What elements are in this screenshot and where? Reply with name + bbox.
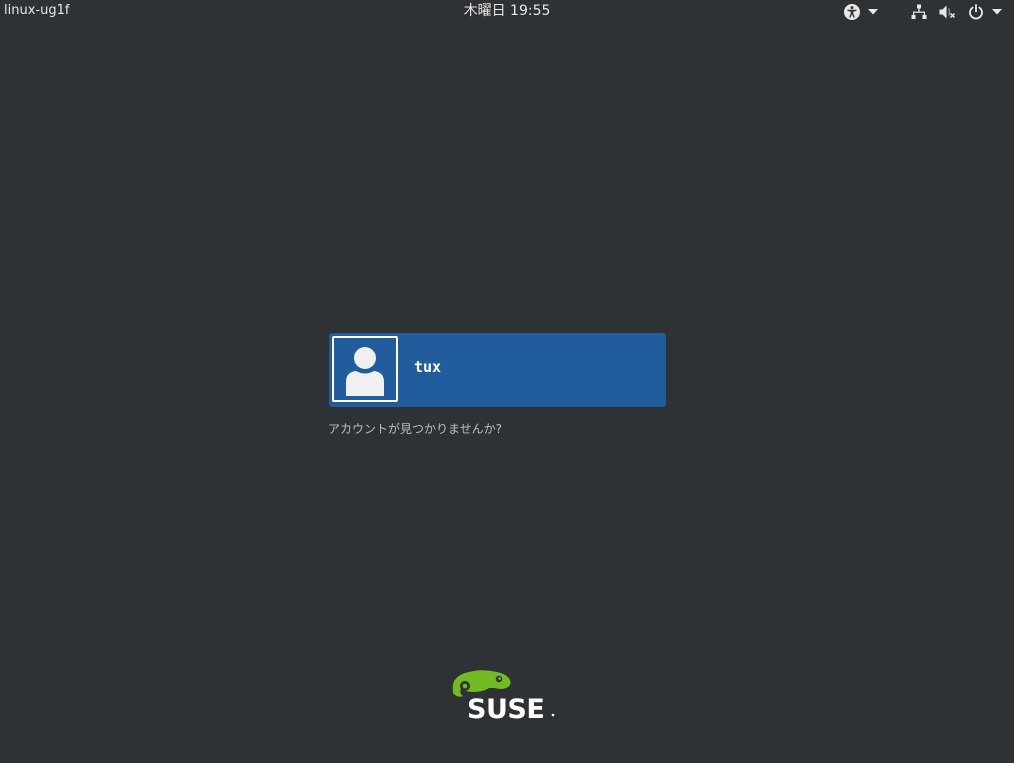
network-wired-icon <box>910 3 928 21</box>
login-screen: linux-ug1f 木曜日 19:55 tux アカウントが見つかりませんか?… <box>0 0 1014 763</box>
suse-logo: SUSE <box>449 668 559 725</box>
chameleon-logo-icon: SUSE <box>452 670 555 725</box>
accessibility-menu[interactable] <box>843 3 878 21</box>
svg-text:SUSE: SUSE <box>467 694 544 722</box>
not-listed-link[interactable]: アカウントが見つかりませんか? <box>328 420 502 438</box>
dropdown-arrow-icon <box>992 3 1002 21</box>
default-user-icon <box>346 347 384 396</box>
user-list-item-tux[interactable]: tux <box>329 333 666 407</box>
clock-label[interactable]: 木曜日 19:55 <box>464 3 551 19</box>
dropdown-arrow-icon <box>868 3 878 21</box>
power-icon <box>967 3 985 21</box>
accessibility-icon <box>843 3 861 21</box>
user-name: tux <box>414 358 442 376</box>
user-avatar <box>332 336 398 402</box>
top-bar: linux-ug1f 木曜日 19:55 <box>0 0 1014 24</box>
system-menu[interactable] <box>910 3 1002 21</box>
audio-muted-icon <box>938 3 956 21</box>
